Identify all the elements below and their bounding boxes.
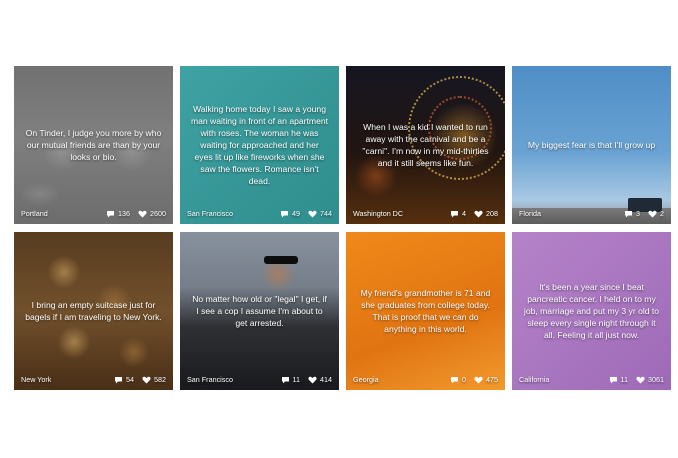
card-footer: Georgia 0 475 (353, 375, 498, 384)
location-label: Georgia (353, 375, 379, 384)
secret-card[interactable]: It's been a year since I beat pancreatic… (512, 232, 671, 390)
heart-icon (308, 376, 317, 383)
location-label: California (519, 375, 550, 384)
speech-bubble-icon (609, 376, 617, 383)
location-label: Washington DC (353, 209, 404, 218)
speech-bubble-icon (625, 210, 632, 217)
like-count[interactable]: 414 (308, 375, 332, 384)
like-count[interactable]: 744 (308, 209, 332, 218)
heart-icon (308, 210, 317, 217)
comment-count[interactable]: 54 (114, 375, 134, 384)
secret-card[interactable]: When I was a kid I wanted to run away wi… (346, 66, 505, 224)
card-footer: San Francisco 11 414 (187, 375, 332, 384)
heart-icon (138, 210, 147, 217)
like-count[interactable]: 2600 (138, 209, 166, 218)
comment-count[interactable]: 4 (450, 209, 466, 218)
secret-text: No matter how old or "legal" I get, if I… (192, 294, 327, 328)
location-label: San Francisco (187, 375, 233, 384)
heart-icon (474, 210, 483, 217)
like-count[interactable]: 2 (648, 209, 664, 218)
like-count[interactable]: 582 (142, 375, 166, 384)
secret-text: My biggest fear is that I'll grow up (527, 140, 656, 150)
heart-icon (648, 210, 657, 217)
secret-card[interactable]: My friend's grandmother is 71 and she gr… (346, 232, 505, 390)
secrets-grid: On Tinder, I judge you more by who our m… (14, 66, 672, 390)
secret-text: I bring an empty suitcase just for bagel… (25, 300, 162, 322)
location-label: New York (21, 375, 52, 384)
heart-icon (474, 376, 483, 383)
card-footer: San Francisco 49 744 (187, 209, 332, 218)
speech-bubble-icon (281, 210, 288, 217)
speech-bubble-icon (451, 210, 458, 217)
speech-bubble-icon (115, 376, 122, 383)
comment-count[interactable]: 3 (624, 209, 640, 218)
comment-count[interactable]: 11 (281, 375, 300, 384)
secret-card[interactable]: My biggest fear is that I'll grow up Flo… (512, 66, 671, 224)
comment-count[interactable]: 136 (106, 209, 130, 218)
card-footer: Portland 136 2600 (21, 209, 166, 218)
secret-card[interactable]: No matter how old or "legal" I get, if I… (180, 232, 339, 390)
secret-text: It's been a year since I beat pancreatic… (523, 282, 660, 340)
comment-count[interactable]: 11 (609, 375, 628, 384)
speech-bubble-icon (451, 376, 458, 383)
speech-bubble-icon (281, 376, 289, 383)
heart-icon (142, 376, 151, 383)
secret-card[interactable]: Walking home today I saw a young man wai… (180, 66, 339, 224)
card-footer: Florida 3 2 (519, 209, 664, 218)
comment-count[interactable]: 0 (450, 375, 466, 384)
location-label: San Francisco (187, 209, 233, 218)
secret-text: When I was a kid I wanted to run away wi… (362, 122, 489, 168)
secret-card[interactable]: On Tinder, I judge you more by who our m… (14, 66, 173, 224)
like-count[interactable]: 3061 (636, 375, 664, 384)
card-footer: Washington DC 4 208 (353, 209, 498, 218)
speech-bubble-icon (107, 210, 114, 217)
like-count[interactable]: 208 (474, 209, 498, 218)
comment-count[interactable]: 49 (280, 209, 300, 218)
secret-text: Walking home today I saw a young man wai… (190, 104, 329, 186)
heart-icon (636, 376, 645, 383)
secret-card[interactable]: I bring an empty suitcase just for bagel… (14, 232, 173, 390)
location-label: Portland (21, 209, 48, 218)
card-footer: New York 54 582 (21, 375, 166, 384)
secret-text: On Tinder, I judge you more by who our m… (25, 128, 162, 162)
secret-text: My friend's grandmother is 71 and she gr… (360, 288, 491, 334)
location-label: Florida (519, 209, 541, 218)
like-count[interactable]: 475 (474, 375, 498, 384)
card-footer: California 11 3061 (519, 375, 664, 384)
